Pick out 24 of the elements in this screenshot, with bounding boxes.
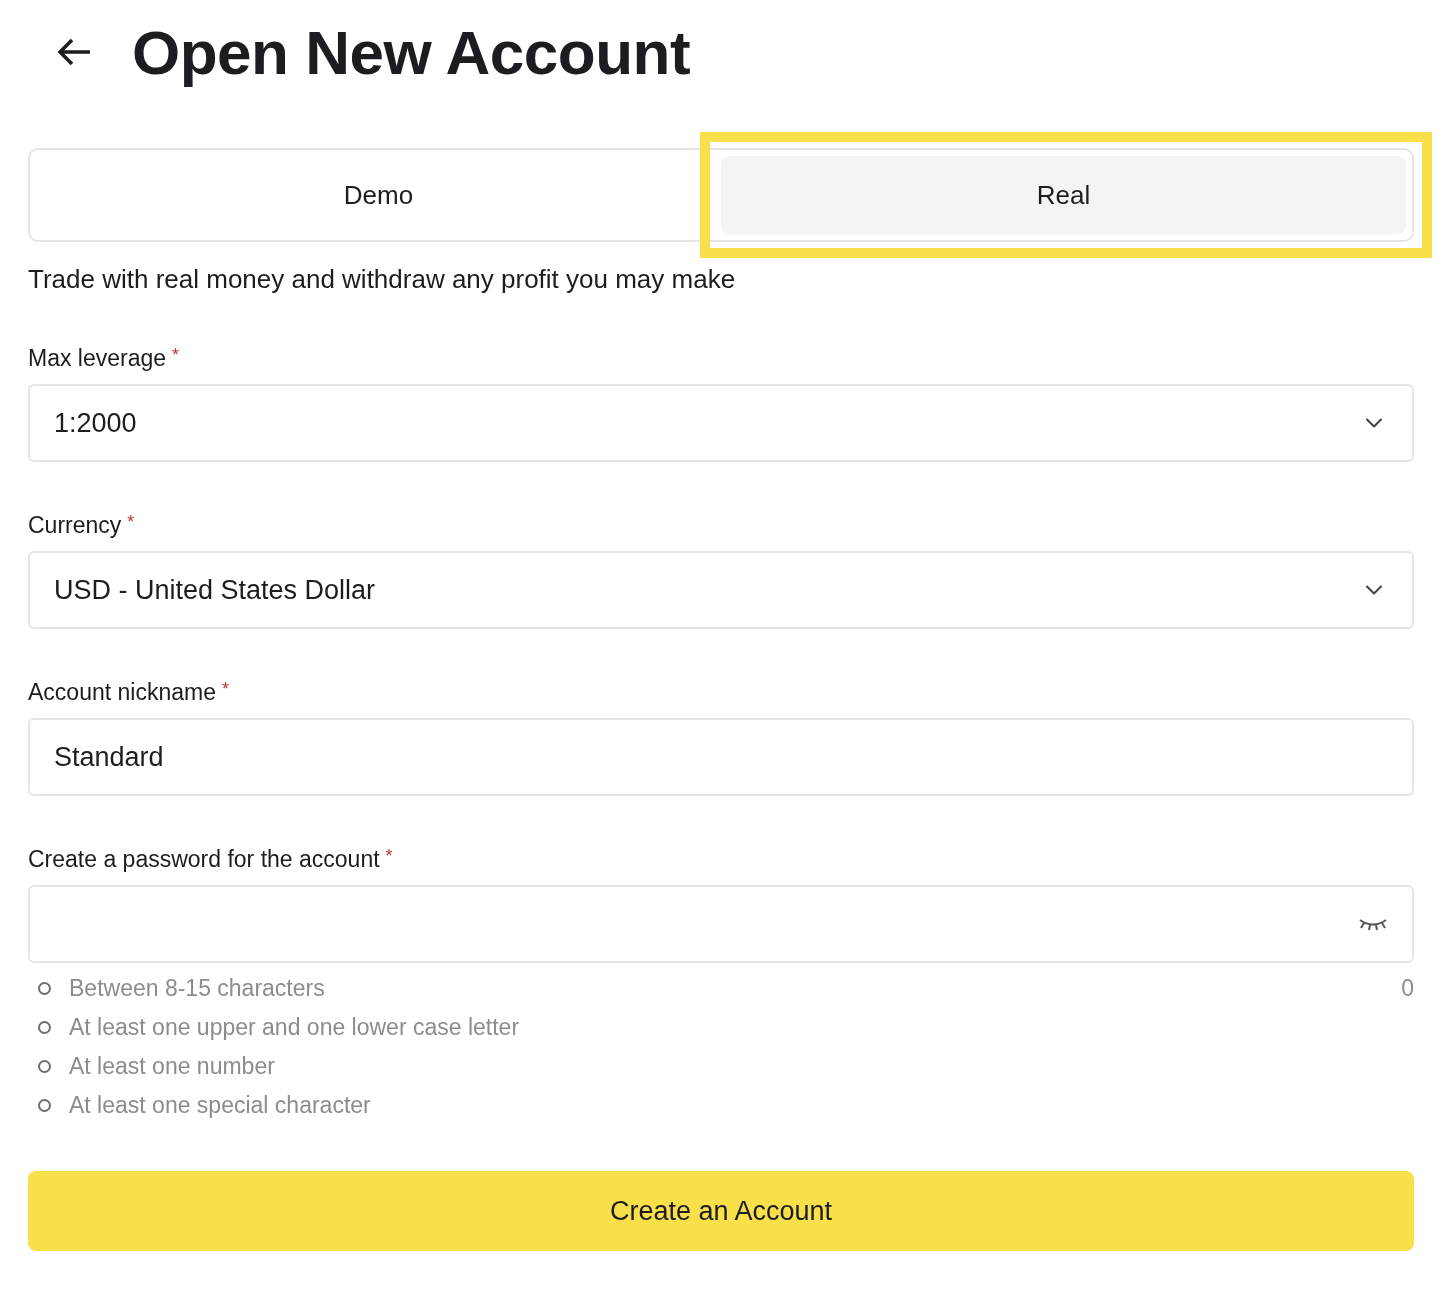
- password-rule: At least one upper and one lower case letter: [69, 1014, 520, 1041]
- required-mark: *: [127, 512, 135, 534]
- back-arrow-icon[interactable]: [56, 37, 92, 67]
- field-label: Max leverage: [28, 345, 167, 372]
- select-field[interactable]: 1:2000: [28, 384, 1414, 462]
- field-label: Currency: [28, 512, 122, 539]
- field-label: Create a password for the account: [28, 846, 380, 873]
- account-description: Trade with real money and withdraw any profit you may make: [28, 264, 737, 295]
- input-field[interactable]: Standard: [28, 718, 1414, 796]
- password-rule: At least one number: [69, 1053, 275, 1080]
- password-field[interactable]: [28, 885, 1414, 963]
- required-mark: *: [221, 679, 229, 701]
- page-title: Open New Account: [132, 16, 691, 88]
- create-account-button[interactable]: Create an Account: [28, 1171, 1414, 1251]
- required-mark: *: [172, 345, 180, 367]
- password-rule: Between 8-15 characters: [69, 975, 325, 1002]
- password-rule: At least one special character: [69, 1092, 371, 1119]
- account-type-tab[interactable]: Demo: [36, 156, 721, 234]
- closed-eye-icon[interactable]: [1358, 917, 1388, 931]
- account-type-tab[interactable]: Real: [721, 156, 1406, 234]
- required-mark: *: [385, 846, 393, 868]
- select-field[interactable]: USD - United States Dollar: [28, 551, 1414, 629]
- character-counter: 0: [1401, 975, 1414, 1003]
- field-label: Account nickname: [28, 679, 216, 706]
